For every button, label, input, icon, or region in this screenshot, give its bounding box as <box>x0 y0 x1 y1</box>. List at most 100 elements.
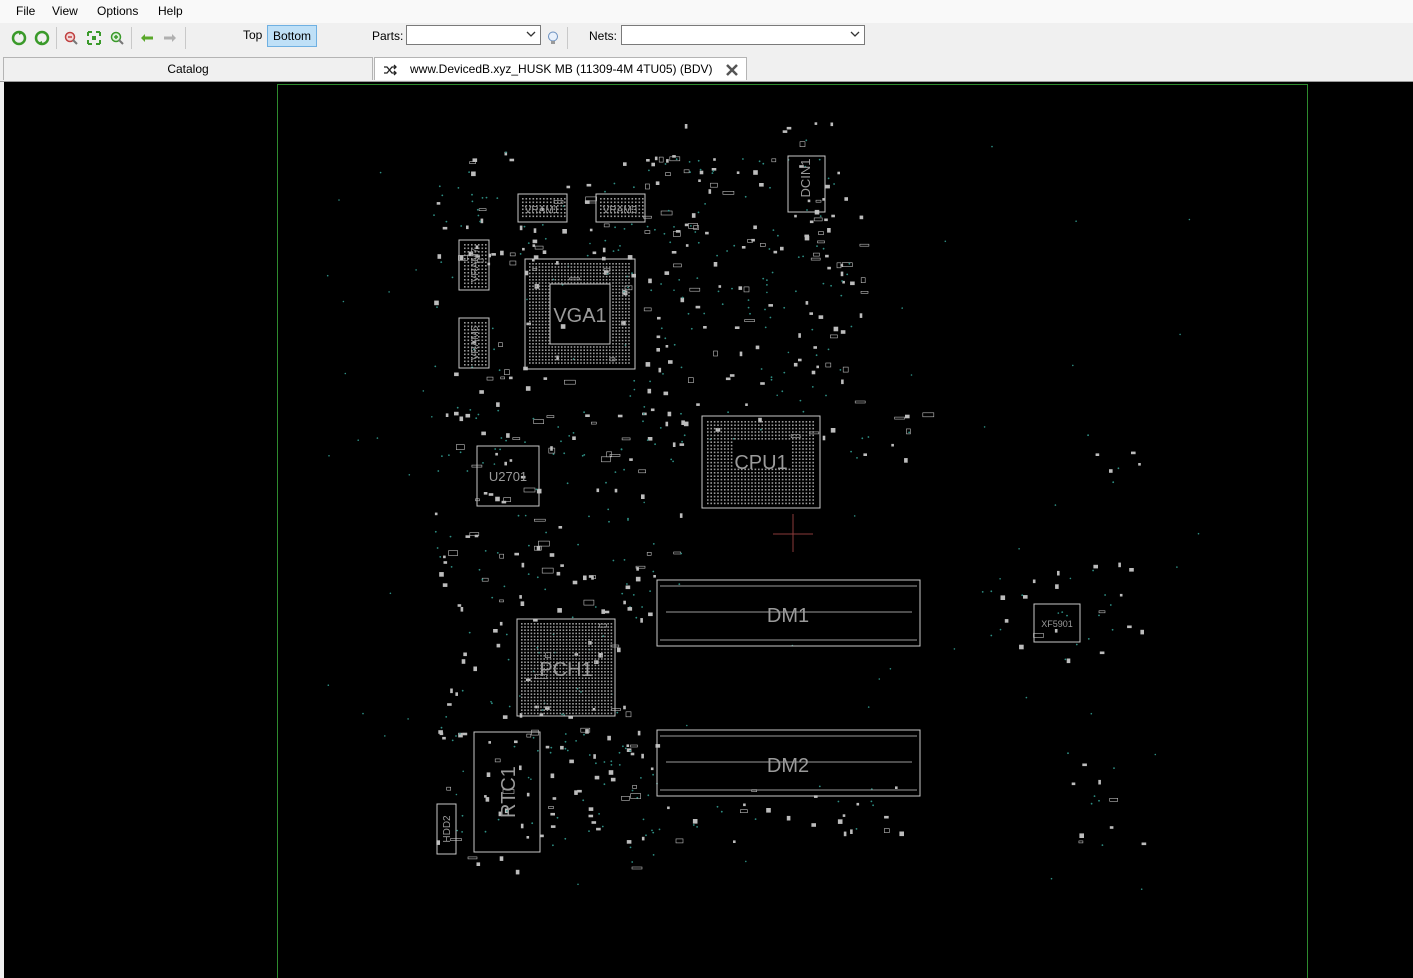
bulb-icon[interactable] <box>543 28 563 48</box>
bga-ball <box>569 651 571 654</box>
bga-ball <box>538 285 541 287</box>
bga-ball <box>524 623 526 625</box>
bga-ball <box>546 642 549 644</box>
close-tab-icon[interactable] <box>725 62 739 84</box>
bga-ball <box>564 263 566 265</box>
menu-file[interactable]: File <box>16 4 35 18</box>
forward-arrow-icon[interactable] <box>160 28 180 48</box>
bga-ball <box>533 658 536 660</box>
smd-pad <box>818 315 824 319</box>
bga-ball <box>533 629 536 631</box>
bga-ball <box>734 431 736 433</box>
back-arrow-icon[interactable] <box>137 28 157 48</box>
smd-pad <box>525 386 531 391</box>
bga-ball <box>781 478 784 481</box>
fit-to-screen-icon[interactable] <box>84 28 104 48</box>
bga-ball <box>521 645 523 647</box>
bga-ball <box>625 343 627 345</box>
bga-ball <box>589 359 592 361</box>
bga-ball <box>527 658 529 660</box>
bga-ball <box>617 201 620 204</box>
via <box>544 237 547 240</box>
bga-ball <box>541 301 544 303</box>
bga-ball <box>594 661 597 663</box>
nets-dropdown[interactable] <box>621 25 865 45</box>
bga-ball <box>546 651 549 654</box>
bga-ball <box>561 266 563 268</box>
bga-ball <box>565 635 568 638</box>
via <box>605 481 607 484</box>
bga-ball <box>471 322 473 324</box>
bga-ball <box>618 320 621 323</box>
smd-pad <box>437 254 442 259</box>
bga-ball <box>541 320 544 323</box>
via <box>604 190 606 193</box>
bga-ball <box>758 485 760 488</box>
bga-ball <box>747 424 750 426</box>
bga-ball <box>578 687 581 689</box>
tab-document[interactable]: www.DevicedB.xyz_HUSK MB (11309-4M 4TU05… <box>374 57 747 80</box>
smd-pad <box>499 553 505 559</box>
bga-ball <box>720 448 723 450</box>
via <box>552 844 554 847</box>
smd-pad <box>658 367 662 373</box>
bga-ball <box>785 475 787 477</box>
bga-ball <box>569 696 571 699</box>
bga-ball <box>553 626 555 628</box>
via <box>338 199 340 201</box>
menu-options[interactable]: Options <box>97 4 138 18</box>
smd-pad <box>859 243 870 247</box>
tab-catalog[interactable]: Catalog <box>3 57 373 80</box>
bga-ball <box>540 642 542 644</box>
bga-ball <box>812 475 814 477</box>
via <box>856 457 858 459</box>
bga-ball <box>535 285 537 287</box>
rotate-green-icon[interactable] <box>32 28 52 48</box>
bga-ball <box>464 346 466 349</box>
board-canvas[interactable]: DCIN1 VRAM1 VRAM3 VRAM7 VRAM5 VGA1 CPU1 … <box>4 82 1413 978</box>
bga-ball <box>713 455 716 457</box>
parts-dropdown[interactable] <box>406 25 541 45</box>
bga-ball <box>464 360 466 363</box>
zoom-in-icon[interactable] <box>107 28 127 48</box>
bga-ball <box>559 632 561 635</box>
smd-pad <box>594 775 600 780</box>
bga-ball <box>530 632 533 635</box>
via <box>999 628 1002 631</box>
bga-ball <box>601 709 603 711</box>
smd-pad <box>854 400 866 404</box>
bga-ball <box>628 346 630 348</box>
bga-ball <box>532 272 534 275</box>
bga-ball <box>545 298 547 300</box>
menu-help[interactable]: Help <box>158 4 183 18</box>
bga-ball <box>562 635 565 638</box>
refresh-green-icon[interactable] <box>9 28 29 48</box>
bga-ball <box>604 664 606 667</box>
bga-ball <box>578 635 581 638</box>
bga-ball <box>577 349 579 351</box>
bga-ball <box>798 438 801 440</box>
bga-ball <box>607 699 609 702</box>
via <box>505 633 508 636</box>
via <box>696 277 699 279</box>
bga-ball <box>615 266 617 268</box>
bga-ball <box>604 696 606 699</box>
bga-ball <box>556 626 558 628</box>
via <box>1117 467 1120 470</box>
bga-ball <box>485 286 487 288</box>
menu-view[interactable]: View <box>52 4 78 18</box>
top-side-button[interactable]: Top <box>238 25 267 45</box>
bottom-side-button[interactable]: Bottom <box>267 25 318 47</box>
bga-ball <box>545 323 547 326</box>
bga-ball <box>610 680 613 683</box>
smd-pad <box>588 807 594 811</box>
via <box>507 658 510 661</box>
smd-pad <box>590 421 597 425</box>
bga-ball <box>541 291 544 294</box>
bga-ball <box>594 674 597 676</box>
bga-ball <box>548 346 550 348</box>
zoom-out-icon[interactable] <box>61 28 81 48</box>
bga-ball <box>809 444 811 447</box>
bga-ball <box>553 655 555 657</box>
bga-ball <box>625 288 627 291</box>
